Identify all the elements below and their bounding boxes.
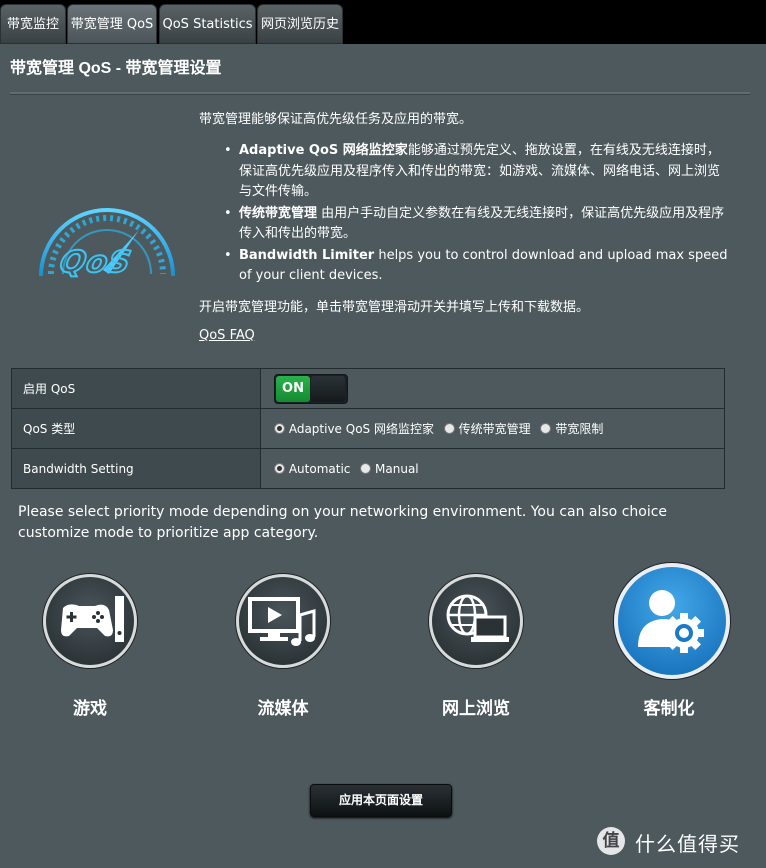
mode-media-streaming[interactable]: 流媒体: [228, 574, 338, 719]
option-label: Adaptive QoS 网络监控家: [288, 422, 434, 436]
watermark-badge: 值: [597, 827, 625, 855]
radio-bandwidth-limiter[interactable]: [540, 423, 552, 434]
qos-logo-text: QoS: [57, 245, 135, 280]
mode-web-browsing[interactable]: 网上浏览: [421, 574, 531, 719]
mode-label: 网上浏览: [442, 699, 510, 719]
mode-label: 游戏: [73, 699, 107, 719]
option-label: Automatic: [288, 461, 351, 476]
intro-text: 带宽管理能够保证高优先级任务及应用的带宽。: [199, 112, 473, 127]
tab-bandwidth-monitor[interactable]: 带宽监控: [0, 4, 66, 44]
qos-gauge-logo: QoS: [33, 190, 179, 284]
tab-qos[interactable]: 带宽管理 QoS: [67, 4, 157, 44]
toggle-knob: [311, 375, 345, 402]
list-item: 传统带宽管理 由用户手动自定义参数在有线及无线连接时，保证高优先级应用及程序传入…: [222, 204, 732, 245]
priority-mode-description: Please select priority mode depending on…: [18, 504, 668, 541]
radio-manual[interactable]: [360, 462, 372, 474]
qos-faq-link[interactable]: QoS FAQ: [199, 328, 255, 343]
mode-label: 客制化: [643, 699, 695, 719]
page-title: 带宽管理 QoS - 带宽管理设置: [10, 60, 222, 77]
gamepad-icon: [43, 574, 137, 668]
toggle-on-label: ON: [276, 375, 310, 402]
enable-note: 开启带宽管理功能，单击带宽管理滑动开关并填写上传和下载数据。: [199, 300, 590, 315]
list-item: Adaptive QoS 网络监控家能够通过预先定义、拖放设置，在有线及无线连接…: [222, 141, 732, 203]
bandwidth-setting-label: Bandwidth Setting: [11, 448, 261, 489]
qos-panel: 带宽管理 QoS - 带宽管理设置 QoS 带宽管理能够保证高优先级任务及应用的…: [0, 44, 766, 868]
qos-settings-table: 启用 QoS ON QoS 类型 Adaptive QoS 网络监控家 传统带宽…: [11, 368, 725, 489]
customize-user-gear-icon: [614, 563, 730, 679]
option-label: 带宽限制: [555, 422, 604, 436]
radio-traditional-qos[interactable]: [443, 423, 455, 434]
enable-qos-label: 启用 QoS: [11, 368, 261, 409]
media-streaming-icon: [236, 574, 330, 668]
watermark: 值 什么值得买: [594, 824, 764, 858]
list-item: Bandwidth Limiter helps you to control d…: [222, 246, 732, 287]
watermark-text: 什么值得买: [635, 832, 740, 856]
table-row: QoS 类型 Adaptive QoS 网络监控家 传统带宽管理 带宽限制: [11, 408, 725, 449]
table-row: 启用 QoS ON: [11, 368, 725, 409]
radio-automatic[interactable]: [274, 462, 285, 474]
qos-feature-list: Adaptive QoS 网络监控家能够通过预先定义、拖放设置，在有线及无线连接…: [222, 141, 732, 288]
option-label: 传统带宽管理: [458, 422, 531, 436]
table-row: Bandwidth Setting Automatic Manual: [11, 448, 725, 489]
tab-qos-statistics[interactable]: QoS Statistics: [159, 4, 256, 44]
apply-settings-button[interactable]: 应用本页面设置: [310, 784, 452, 817]
tab-web-history[interactable]: 网页浏览历史: [257, 4, 343, 44]
mode-gaming[interactable]: 游戏: [35, 574, 145, 719]
title-divider: [10, 92, 750, 95]
mode-label: 流媒体: [257, 699, 309, 719]
web-browsing-icon: [429, 574, 523, 668]
qos-type-label: QoS 类型: [11, 408, 261, 449]
enable-qos-toggle[interactable]: ON: [274, 373, 348, 404]
option-label: Manual: [375, 461, 419, 476]
mode-customize[interactable]: 客制化: [614, 563, 730, 719]
radio-adaptive-qos[interactable]: [274, 423, 285, 434]
tab-bar: 带宽监控 带宽管理 QoS QoS Statistics 网页浏览历史: [0, 0, 766, 46]
